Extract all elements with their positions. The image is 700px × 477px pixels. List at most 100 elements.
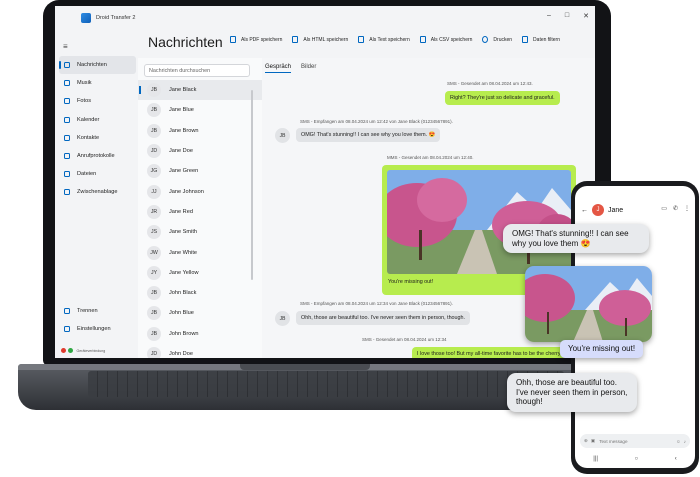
message-bubble-received: Ohh, those are beautiful too. I've never… xyxy=(296,311,471,325)
avatar: JB xyxy=(147,306,161,321)
sidebar: ≡ Nachrichten Musik Fotos Kalender Konta… xyxy=(55,30,138,358)
emoji-icon[interactable]: ☺ xyxy=(676,439,681,444)
avatar: JB xyxy=(147,103,161,118)
contact-row[interactable]: JJ Jane Johnson xyxy=(138,181,262,201)
connection-status: Geräteverbindung xyxy=(61,348,105,353)
sidebar-item-contacts[interactable]: Kontakte xyxy=(59,129,136,147)
sidebar-item-files[interactable]: Dateien xyxy=(59,165,136,183)
phone-cherry-blossom-photo[interactable] xyxy=(525,266,652,342)
contact-row[interactable]: JB John Brown xyxy=(138,324,262,344)
contact-row[interactable]: JB Jane Blue xyxy=(138,100,262,120)
message-icon xyxy=(64,62,70,69)
contact-name: Jane Red xyxy=(169,208,193,215)
search-input[interactable]: Nachrichten durchsuchen xyxy=(144,64,250,77)
chat-tabs: Gespräch Bilder xyxy=(265,64,316,73)
contact-name: Jane Yellow xyxy=(169,269,199,276)
sidebar-item-label: Nachrichten xyxy=(77,62,107,69)
phone-message-input[interactable]: ⊕ ▣ Text message ☺ ♪ xyxy=(580,434,690,448)
sidebar-item-call-logs[interactable]: Anrufprotokolle xyxy=(59,147,136,165)
avatar: JS xyxy=(147,225,161,240)
home-icon[interactable]: ○ xyxy=(635,456,639,466)
more-options-icon[interactable]: ⋮ xyxy=(684,205,690,212)
avatar: JB xyxy=(147,286,161,301)
clipboard-icon xyxy=(64,189,70,196)
contact-name: Jane Doe xyxy=(169,148,193,155)
message-meta: SMS - Empfangen am 08.04.2024 um 12:42 v… xyxy=(300,119,453,124)
contact-list-scrollbar[interactable] xyxy=(251,90,253,280)
add-icon[interactable]: ⊕ xyxy=(584,438,588,444)
settings-icon xyxy=(64,326,70,333)
maximize-button[interactable]: □ xyxy=(565,12,569,20)
contact-name: Jane White xyxy=(169,249,197,256)
contact-row[interactable]: JS Jane Smith xyxy=(138,222,262,242)
settings-button[interactable]: Einstellungen xyxy=(59,320,136,338)
laptop-hinge xyxy=(240,364,370,370)
print-label: Drucken xyxy=(493,36,513,43)
print-button[interactable]: Drucken xyxy=(482,36,512,43)
contact-name: Jane Green xyxy=(169,168,199,175)
avatar: JD xyxy=(147,144,161,159)
sidebar-item-label: Musik xyxy=(77,80,92,87)
close-button[interactable]: ✕ xyxy=(583,12,589,20)
contact-row[interactable]: JD Jane Doe xyxy=(138,141,262,161)
window-controls: – □ ✕ xyxy=(547,12,589,20)
contact-name: Jane Smith xyxy=(169,229,197,236)
save-text-label: Als Text speichern xyxy=(369,36,410,43)
minimize-button[interactable]: – xyxy=(547,12,551,20)
avatar: JJ xyxy=(147,184,161,199)
back-icon[interactable]: ‹ xyxy=(675,456,677,466)
contact-name: Jane Blue xyxy=(169,107,194,114)
menu-icon[interactable]: ≡ xyxy=(63,42,68,51)
disconnect-button[interactable]: Trennen xyxy=(59,302,136,320)
print-icon xyxy=(482,36,489,43)
tab-images[interactable]: Bilder xyxy=(301,64,316,73)
contact-name: John Blue xyxy=(169,310,194,317)
save-text-button[interactable]: Als Text speichern xyxy=(358,36,410,43)
gallery-icon[interactable]: ▣ xyxy=(591,438,595,444)
title-bar: Droid Transfer 2 – □ ✕ xyxy=(55,6,595,30)
filter-button[interactable]: Daten filtern xyxy=(522,36,560,43)
contact-name: Jane Black xyxy=(169,87,197,94)
sidebar-item-label: Trennen xyxy=(77,308,98,315)
phone-bubble-received: Ohh, those are beautiful too. I've never… xyxy=(507,373,637,412)
mic-icon[interactable]: ♪ xyxy=(684,439,686,444)
contact-row[interactable]: JB John Black xyxy=(138,283,262,303)
contact-row[interactable]: JB Jane Brown xyxy=(138,121,262,141)
contact-row[interactable]: JR Jane Red xyxy=(138,202,262,222)
sidebar-item-photos[interactable]: Fotos xyxy=(59,92,136,110)
status-green-icon xyxy=(67,348,73,353)
sidebar-item-messages[interactable]: Nachrichten xyxy=(59,56,136,75)
music-icon xyxy=(64,80,70,87)
contact-row[interactable]: JY Jane Yellow xyxy=(138,263,262,283)
sidebar-item-calendar[interactable]: Kalender xyxy=(59,111,136,129)
message-meta: MMS - Gesendet am 08.04.2024 um 12:40. xyxy=(387,155,474,160)
avatar: JW xyxy=(147,245,161,260)
sidebar-item-label: Kalender xyxy=(77,116,100,123)
pdf-icon xyxy=(230,36,236,43)
cherry-blossom-photo[interactable] xyxy=(387,170,571,274)
csv-icon xyxy=(419,36,426,43)
stage: Droid Transfer 2 – □ ✕ ≡ Nachrichten Mus… xyxy=(0,0,700,477)
save-html-button[interactable]: Als HTML speichern xyxy=(292,36,348,43)
contact-row[interactable]: JB Jane Black xyxy=(138,80,262,101)
recents-icon[interactable]: ||| xyxy=(593,456,598,466)
avatar: JD xyxy=(147,347,161,358)
sidebar-item-clipboard[interactable]: Zwischenablage xyxy=(59,183,136,201)
phone-call-icon[interactable]: ✆ xyxy=(673,205,678,212)
avatar: J xyxy=(592,204,604,216)
video-call-icon[interactable]: ▭ xyxy=(661,205,667,212)
save-pdf-button[interactable]: Als PDF speichern xyxy=(230,36,282,43)
contact-row[interactable]: JW Jane White xyxy=(138,242,262,262)
text-file-icon xyxy=(358,36,365,43)
sidebar-item-label: Kontakte xyxy=(77,134,100,141)
sidebar-item-music[interactable]: Musik xyxy=(59,74,136,92)
contact-row[interactable]: JD John Doe xyxy=(138,344,262,358)
filter-icon xyxy=(522,36,529,43)
save-csv-button[interactable]: Als CSV speichern xyxy=(419,36,472,43)
contact-row[interactable]: JG Jane Green xyxy=(138,161,262,181)
tab-conversation[interactable]: Gespräch xyxy=(265,64,292,73)
back-arrow-icon[interactable]: ← xyxy=(581,207,588,214)
mms-caption: You're missing out! xyxy=(388,279,434,285)
avatar: JY xyxy=(147,265,161,280)
contact-row[interactable]: JB John Blue xyxy=(138,303,262,323)
